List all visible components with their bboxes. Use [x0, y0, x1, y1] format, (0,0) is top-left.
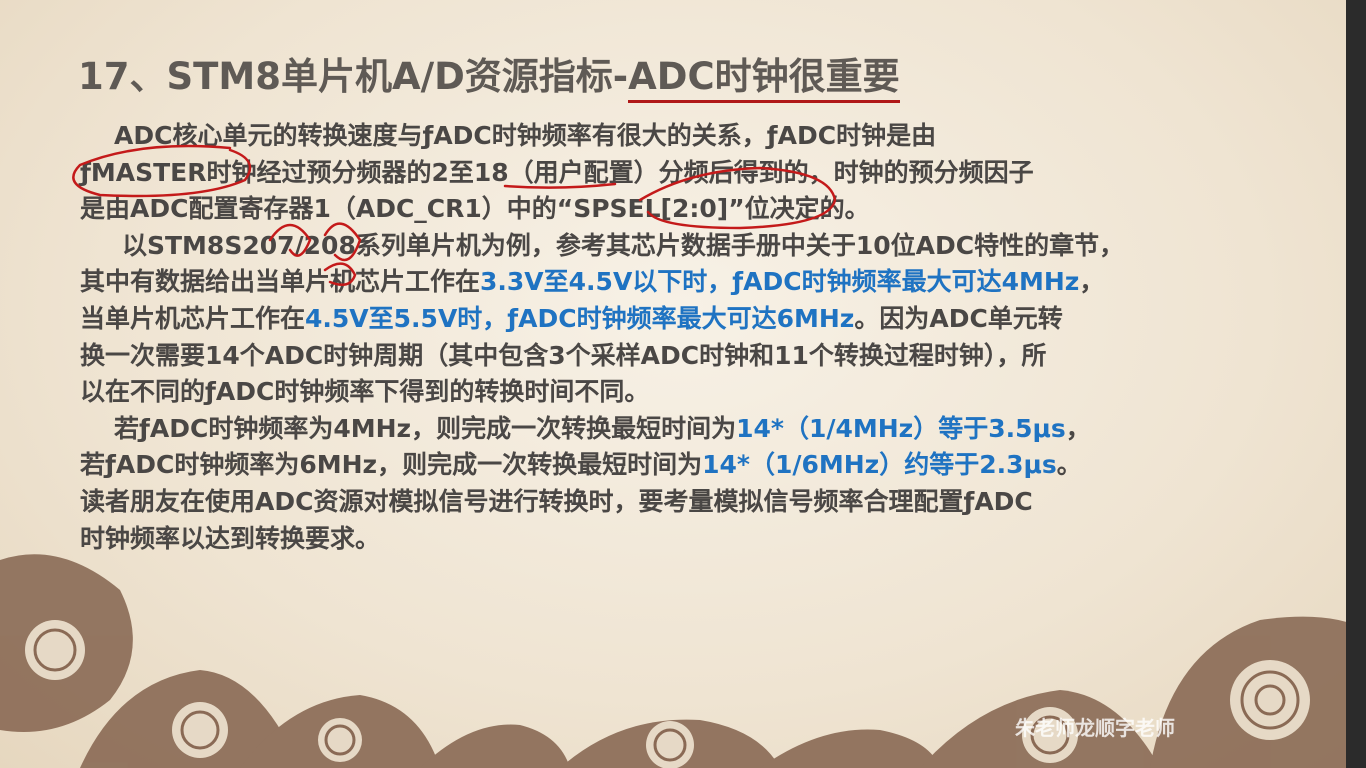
text-run: 换一次需要14个ADC时钟周期（其中包含3个采样ADC时钟和11个转换过程时钟）… [80, 340, 1047, 370]
watermark: 朱老师龙顺字老师 [1015, 716, 1175, 740]
text-run: 。因为ADC单元转 [854, 303, 1063, 333]
paragraph-line: ADC核心单元的转换速度与ƒADC时钟频率有很大的关系，ƒADC时钟是由 [80, 118, 1300, 155]
text-run: ， [1065, 413, 1091, 443]
paragraph-line: 以STM8S207/208系列单片机为例，参考其芯片数据手册中关于10位ADC特… [80, 228, 1300, 265]
paragraph-line: ƒMASTER时钟经过预分频器的2至18（用户配置）分频后得到的，时钟的预分频因… [80, 155, 1300, 192]
text-run: 读者朋友在使用ADC资源对模拟信号进行转换时，要考量模拟信号频率合理配置ƒADC [80, 486, 1033, 516]
text-run: 其中有数据给出当单片机芯片工作在 [80, 267, 481, 297]
text-run: 时钟频率以达到转换要求。 [80, 523, 381, 553]
title-main: 17、STM8单片机A/D资源指标- [78, 55, 629, 98]
slide: 17、STM8单片机A/D资源指标-ADC时钟很重要 ADC核心单元的转换速度与… [0, 0, 1366, 768]
slide-title: 17、STM8单片机A/D资源指标-ADC时钟很重要 [78, 46, 900, 103]
paragraph-line: 是由ADC配置寄存器1（ADC_CR1）中的“SPSEL[2:0]”位决定的。 [80, 191, 1300, 228]
paragraph-line: 当单片机芯片工作在4.5V至5.5V时，ƒADC时钟频率最大可达6MHz。因为A… [80, 301, 1300, 338]
highlight-run: 14*（1/6MHz）约等于2.3μs [702, 450, 1057, 480]
text-run: ， [1079, 267, 1105, 297]
paragraph-line: 读者朋友在使用ADC资源对模拟信号进行转换时，要考量模拟信号频率合理配置ƒADC [80, 484, 1300, 521]
paragraph-line: 时钟频率以达到转换要求。 [80, 521, 1300, 558]
highlight-run: 14*（1/4MHz）等于3.5μs [736, 413, 1066, 443]
title-highlight: ADC时钟很重要 [628, 55, 900, 103]
text-run: ƒMASTER时钟经过预分频器的2至18（用户配置）分频后得到的，时钟的预分频因… [80, 157, 1034, 187]
paragraph-line: 换一次需要14个ADC时钟周期（其中包含3个采样ADC时钟和11个转换过程时钟）… [80, 338, 1300, 375]
text-run: ADC核心单元的转换速度与ƒADC时钟频率有很大的关系，ƒADC时钟是由 [114, 121, 937, 150]
paragraph-line: 其中有数据给出当单片机芯片工作在3.3V至4.5V以下时，ƒADC时钟频率最大可… [80, 264, 1300, 301]
text-run: 是由ADC配置寄存器1（ADC_CR1）中的“SPSEL[2:0]”位决定的。 [80, 194, 870, 224]
text-run: 当单片机芯片工作在 [80, 303, 306, 333]
slide-body: ADC核心单元的转换速度与ƒADC时钟频率有很大的关系，ƒADC时钟是由 ƒMA… [80, 118, 1300, 557]
paragraph-line: 以在不同的ƒADC时钟频率下得到的转换时间不同。 [80, 374, 1300, 411]
text-run: 以在不同的ƒADC时钟频率下得到的转换时间不同。 [80, 377, 650, 407]
text-run: 若ƒADC时钟频率为6MHz，则完成一次转换最短时间为 [80, 450, 703, 480]
highlight-run: 3.3V至4.5V以下时，ƒADC时钟频率最大可达4MHz [480, 267, 1080, 297]
text-run: 。 [1056, 450, 1082, 480]
paragraph-line: 若ƒADC时钟频率为6MHz，则完成一次转换最短时间为14*（1/6MHz）约等… [80, 447, 1300, 484]
text-run: 以STM8S207/208系列单片机为例，参考其芯片数据手册中关于10位ADC特… [122, 230, 1125, 260]
paragraph-line: 若ƒADC时钟频率为4MHz，则完成一次转换最短时间为14*（1/4MHz）等于… [80, 411, 1300, 448]
text-run: 若ƒADC时钟频率为4MHz，则完成一次转换最短时间为 [114, 413, 737, 443]
highlight-run: 4.5V至5.5V时，ƒADC时钟频率最大可达6MHz [305, 303, 855, 333]
window-edge [1346, 0, 1366, 768]
